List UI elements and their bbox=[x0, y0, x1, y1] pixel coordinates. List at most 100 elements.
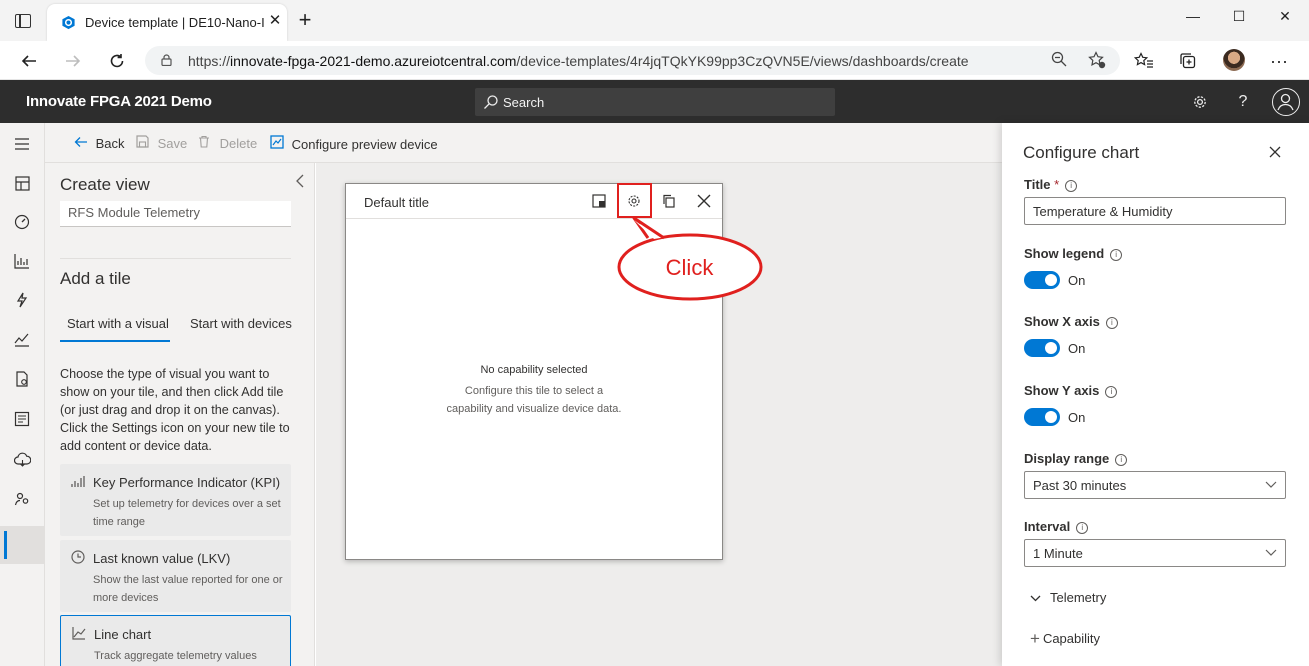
tile-copy-icon[interactable] bbox=[660, 192, 678, 210]
rules-icon[interactable] bbox=[10, 288, 34, 312]
device-groups-icon[interactable] bbox=[10, 249, 34, 273]
interval-dropdown[interactable]: 1 Minute bbox=[1024, 539, 1286, 567]
info-icon[interactable]: i bbox=[1110, 249, 1123, 261]
device-templates-icon[interactable] bbox=[10, 407, 34, 431]
interval-value: 1 Minute bbox=[1033, 546, 1083, 561]
show-x-axis-toggle[interactable] bbox=[1024, 339, 1060, 357]
forward-arrow-icon[interactable] bbox=[60, 48, 86, 74]
hamburger-menu-icon[interactable] bbox=[10, 132, 34, 156]
configure-preview-device-button[interactable]: Configure preview device bbox=[270, 135, 438, 152]
search-input[interactable]: Search bbox=[475, 88, 835, 116]
tab-close-icon[interactable]: ✕ bbox=[266, 12, 284, 30]
permissions-icon[interactable] bbox=[10, 487, 34, 511]
minimize-icon[interactable]: — bbox=[1170, 5, 1216, 31]
iot-central-favicon-icon bbox=[62, 15, 75, 30]
app-name[interactable]: Innovate FPGA 2021 Demo bbox=[26, 93, 212, 110]
back-button[interactable]: Back bbox=[74, 135, 125, 151]
favorites-icon[interactable] bbox=[1131, 48, 1157, 74]
tile-type-title: Last known value (LKV) bbox=[93, 551, 231, 566]
add-favorite-icon[interactable] bbox=[1087, 51, 1107, 71]
tile-type-title: Key Performance Indicator (KPI) bbox=[93, 475, 281, 490]
show-legend-toggle[interactable] bbox=[1024, 271, 1060, 289]
settings-gear-icon[interactable] bbox=[1188, 90, 1212, 114]
tile-type-kpi[interactable]: Key Performance Indicator (KPI) Set up t… bbox=[60, 464, 291, 536]
show-y-axis-toggle[interactable] bbox=[1024, 408, 1060, 426]
display-range-label: Display range i bbox=[1024, 451, 1128, 466]
trash-icon bbox=[198, 135, 216, 151]
create-view-panel: Create view RFS Module Telemetry Add a t… bbox=[45, 163, 315, 666]
save-icon bbox=[136, 135, 154, 151]
rail-active-indicator bbox=[0, 526, 45, 564]
app-header: Innovate FPGA 2021 Demo Search ? bbox=[0, 80, 1309, 123]
close-window-icon[interactable]: ✕ bbox=[1262, 5, 1308, 31]
divider bbox=[60, 258, 291, 259]
search-icon bbox=[484, 95, 498, 109]
tab-actions-icon[interactable] bbox=[15, 14, 31, 28]
settings-highlight-box bbox=[617, 183, 652, 218]
help-icon[interactable]: ? bbox=[1231, 90, 1255, 114]
tile-close-icon[interactable] bbox=[695, 192, 713, 210]
view-name-input[interactable]: RFS Module Telemetry bbox=[60, 201, 291, 227]
collections-icon[interactable] bbox=[1175, 48, 1201, 74]
line-chart-icon bbox=[71, 626, 87, 642]
show-legend-label: Show legend i bbox=[1024, 246, 1123, 261]
tile-title: Default title bbox=[364, 195, 430, 210]
tile-type-lkv[interactable]: Last known value (LKV) Show the last val… bbox=[60, 540, 291, 612]
info-icon[interactable]: i bbox=[1115, 454, 1128, 466]
info-icon[interactable]: i bbox=[1076, 522, 1089, 534]
title-input[interactable]: Temperature & Humidity bbox=[1024, 197, 1286, 225]
add-capability-button[interactable]: + Capability bbox=[1030, 629, 1100, 649]
zoom-icon[interactable] bbox=[1049, 51, 1069, 71]
tile-type-line-chart[interactable]: Line chart Track aggregate telemetry val… bbox=[60, 615, 291, 666]
show-legend-state: On bbox=[1068, 273, 1086, 288]
add-capability-label: Capability bbox=[1042, 631, 1101, 646]
dashboard-icon[interactable] bbox=[10, 171, 34, 195]
lock-icon[interactable] bbox=[161, 54, 172, 66]
interval-label: Interval i bbox=[1024, 519, 1089, 534]
browser-tab[interactable]: Device template | DE10-Nano-Io ✕ bbox=[47, 4, 287, 41]
tab-start-with-devices[interactable]: Start with devices bbox=[190, 316, 292, 331]
data-export-icon[interactable] bbox=[10, 448, 34, 472]
new-tab-icon[interactable]: + bbox=[296, 9, 314, 31]
user-account-icon[interactable] bbox=[1272, 88, 1300, 116]
preview-device-icon bbox=[270, 135, 288, 152]
tile-type-title: Line chart bbox=[94, 627, 152, 642]
telemetry-section-toggle[interactable]: Telemetry bbox=[1030, 590, 1106, 605]
delete-label: Delete bbox=[219, 136, 258, 151]
profile-avatar[interactable] bbox=[1223, 49, 1245, 71]
click-callout-text: Click bbox=[665, 255, 714, 280]
tile-type-description: Set up telemetry for devices over a set … bbox=[93, 498, 281, 528]
tab-title: Device template | DE10-Nano-Io bbox=[85, 15, 265, 30]
refresh-icon[interactable] bbox=[104, 48, 130, 74]
jobs-icon[interactable] bbox=[10, 367, 34, 391]
required-marker: * bbox=[1054, 177, 1060, 192]
browser-tab-bar: Device template | DE10-Nano-Io ✕ + — ☐ ✕ bbox=[0, 0, 1309, 41]
left-nav-rail bbox=[0, 123, 45, 666]
chevron-down-icon bbox=[1030, 593, 1050, 605]
info-icon[interactable]: i bbox=[1105, 386, 1118, 398]
tile-size-icon[interactable] bbox=[590, 192, 608, 210]
pane-title: Configure chart bbox=[1023, 143, 1140, 162]
save-button[interactable]: Save bbox=[136, 135, 187, 151]
url-field[interactable]: https://innovate-fpga-2021-demo.azureiot… bbox=[145, 46, 1120, 75]
info-icon[interactable]: i bbox=[1065, 180, 1078, 192]
devices-icon[interactable] bbox=[10, 210, 34, 234]
collapse-panel-chevron-icon[interactable] bbox=[295, 174, 305, 193]
maximize-icon[interactable]: ☐ bbox=[1216, 5, 1262, 31]
info-icon[interactable]: i bbox=[1105, 317, 1118, 329]
tab-start-with-visual[interactable]: Start with a visual bbox=[67, 316, 169, 331]
back-arrow-icon[interactable] bbox=[16, 48, 42, 74]
telemetry-section-label: Telemetry bbox=[1050, 590, 1107, 605]
save-label: Save bbox=[157, 136, 188, 151]
plus-icon: + bbox=[1030, 629, 1040, 648]
add-tile-heading: Add a tile bbox=[60, 269, 131, 288]
pane-close-icon[interactable] bbox=[1266, 143, 1284, 161]
analytics-icon[interactable] bbox=[10, 327, 34, 351]
show-y-axis-state: On bbox=[1068, 410, 1086, 425]
delete-button[interactable]: Delete bbox=[198, 135, 257, 151]
more-options-icon[interactable]: ··· bbox=[1266, 48, 1292, 74]
display-range-dropdown[interactable]: Past 30 minutes bbox=[1024, 471, 1286, 499]
panel-title: Create view bbox=[60, 175, 150, 194]
add-tile-description: Choose the type of visual you want to sh… bbox=[60, 367, 290, 453]
back-icon bbox=[74, 135, 92, 151]
